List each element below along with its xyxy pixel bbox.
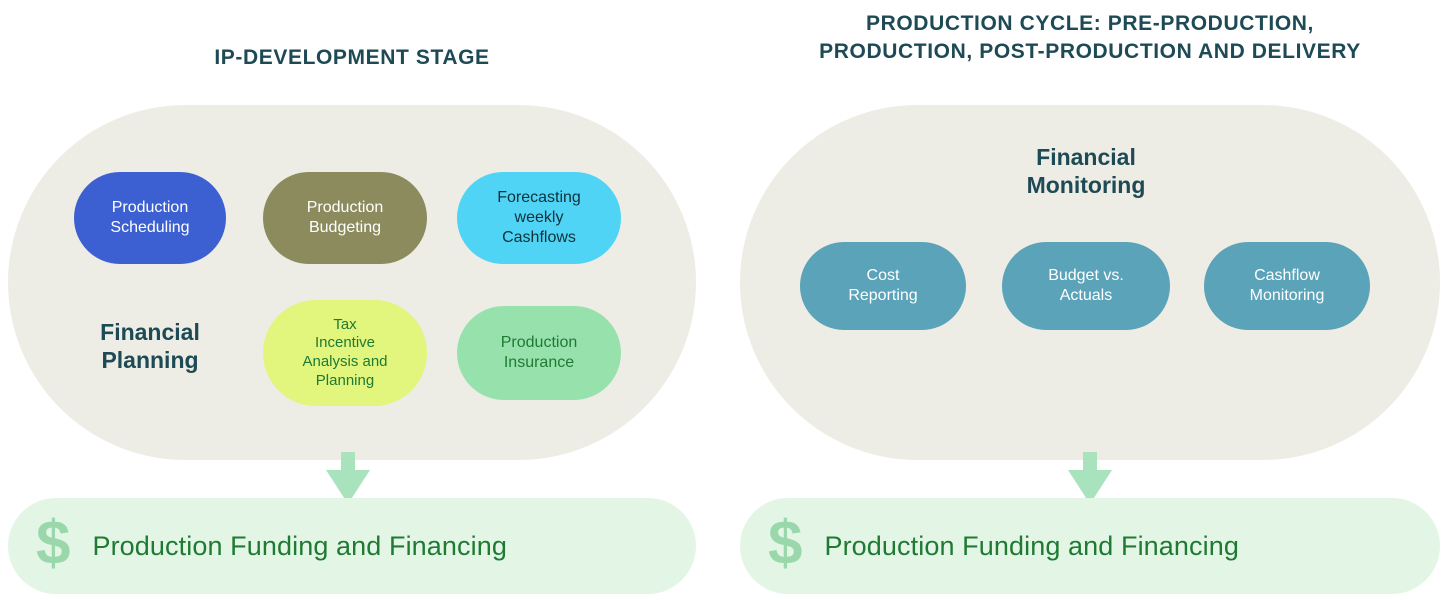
group-label-line-2: Planning [101,347,199,374]
pill-label-line-1: Production [111,199,189,217]
funding-bar-production-cycle[interactable]: $ Production Funding and Financing [740,498,1440,594]
column-title-ip-development: IP-DEVELOPMENT STAGE [8,44,696,72]
pill-label-line-2: Insurance [503,354,575,371]
pill-budget-vs-actuals[interactable]: Budget vs. Actuals [1002,242,1170,330]
panel-ip-development [8,105,696,460]
pill-label-line-1: Production [306,199,384,217]
pill-label-line-1: Cost [866,267,900,285]
diagram-canvas: IP-DEVELOPMENT STAGE PRODUCTION CYCLE: P… [0,0,1456,600]
pill-label-line-2: Budgeting [308,219,382,236]
funding-bar-ip-development[interactable]: $ Production Funding and Financing [8,498,696,594]
column-title-line-2: PRODUCTION, POST-PRODUCTION AND DELIVERY [819,39,1361,63]
pill-label-line-4: Planning [315,371,375,389]
pill-label-line-1: Cashflow [1254,267,1320,285]
group-label-line-1: Financial [100,319,200,345]
pill-label-line-1: Production [500,334,578,352]
pill-production-scheduling[interactable]: Production Scheduling [74,172,226,264]
funding-bar-label: Production Funding and Financing [824,530,1239,561]
pill-label-line-2: Scheduling [110,219,190,236]
pill-label-line-1: Forecasting [497,189,581,207]
pill-forecasting-weekly-cashflows[interactable]: Forecasting weekly Cashflows [457,172,621,264]
group-label-line-2: Monitoring [1026,172,1146,199]
dollar-icon: $ [768,509,803,578]
dollar-icon: $ [36,509,71,578]
pill-cost-reporting[interactable]: Cost Reporting [800,242,966,330]
arrow-down-icon-right [1068,452,1112,504]
pill-production-insurance[interactable]: Production Insurance [457,306,621,400]
pill-label-line-2: Monitoring [1249,287,1325,304]
pill-label-line-2: Reporting [848,287,918,304]
group-label-line-1: Financial [1036,144,1136,170]
pill-label-line-1: Budget vs. [1048,267,1124,285]
pill-label-line-1: Tax [333,315,357,333]
group-label-financial-monitoring: Financial Monitoring [940,143,1232,199]
arrow-down-icon-left [326,452,370,504]
pill-cashflow-monitoring[interactable]: Cashflow Monitoring [1204,242,1370,330]
pill-label-line-2: Incentive [314,334,376,352]
pill-label-line-3: Analysis and [302,353,388,370]
pill-tax-incentive-analysis-and-planning[interactable]: Tax Incentive Analysis and Planning [263,300,427,406]
column-title-text: IP-DEVELOPMENT STAGE [214,46,490,69]
column-title-line-1: PRODUCTION CYCLE: PRE-PRODUCTION, [866,12,1314,35]
pill-label-line-3: Cashflows [502,228,576,246]
pill-label-line-2: Actuals [1059,287,1113,304]
pill-label-line-2: weekly [514,209,564,227]
group-label-financial-planning: Financial Planning [74,318,226,374]
pill-production-budgeting[interactable]: Production Budgeting [263,172,427,264]
column-title-production-cycle: PRODUCTION CYCLE: PRE-PRODUCTION, PRODUC… [740,10,1440,65]
funding-bar-label: Production Funding and Financing [92,530,507,561]
